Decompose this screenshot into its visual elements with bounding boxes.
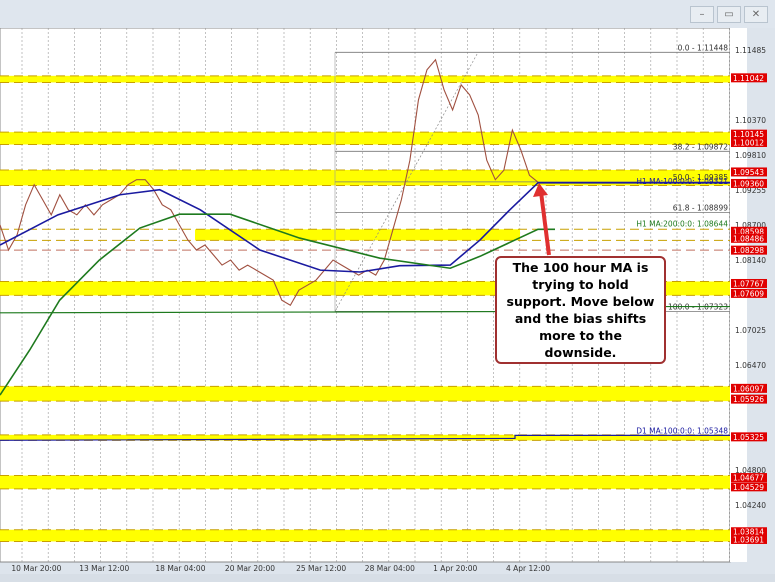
price-level-tag-text: 1.03691: [733, 535, 764, 544]
price-level-tag-text: 1.07767: [733, 279, 764, 288]
price-tick-label: 1.07025: [735, 326, 766, 335]
price-tick-label: 1.11485: [735, 46, 766, 55]
time-tick-label: 1 Apr 20:00: [433, 564, 477, 573]
price-level-tag-text: 1.09543: [733, 168, 764, 177]
window-titlebar: – ▭ ✕: [0, 0, 775, 28]
price-tick-label: 1.06470: [735, 361, 766, 370]
price-level-tag-text: 1.08486: [733, 234, 764, 243]
price-tick-label: 1.08140: [735, 256, 766, 265]
time-tick-label: 18 Mar 04:00: [155, 564, 205, 573]
ma-label: H1 MA:200:0:0: 1.08644: [636, 219, 728, 228]
price-level-tag-text: 1.04677: [733, 474, 764, 483]
price-level-tag-text: 1.11042: [733, 74, 764, 83]
ma-label: D1 MA:100:0:0: 1.05348: [636, 426, 728, 435]
price-level-tag-text: 1.10012: [733, 139, 764, 148]
restore-button[interactable]: ▭: [717, 6, 741, 23]
price-tick-label: 1.09810: [735, 151, 766, 160]
price-level-tag-text: 1.08298: [733, 246, 764, 255]
window-bottom-border: [0, 574, 775, 582]
support-resistance-band: [0, 132, 730, 145]
minimize-button[interactable]: –: [690, 6, 714, 23]
time-tick-label: 10 Mar 20:00: [11, 564, 61, 573]
fib-level-label: 0.0 - 1.11448: [678, 43, 729, 52]
close-button[interactable]: ✕: [744, 6, 768, 23]
fib-level-label: 61.8 - 1.08899: [673, 203, 728, 212]
price-tick-label: 1.10370: [735, 116, 766, 125]
annotation-box: The 100 hour MA is trying to hold suppor…: [495, 256, 666, 364]
time-tick-label: 25 Mar 12:00: [296, 564, 346, 573]
price-level-tag-text: 1.06097: [733, 384, 764, 393]
fib-level-label: 38.2 - 1.09872: [673, 142, 728, 151]
time-tick-label: 28 Mar 04:00: [365, 564, 415, 573]
time-tick-label: 20 Mar 20:00: [225, 564, 275, 573]
support-resistance-band: [0, 529, 730, 542]
support-resistance-band: [0, 475, 730, 489]
price-tick-label: 1.04240: [735, 501, 766, 510]
price-level-tag-text: 1.09360: [733, 179, 764, 188]
price-level-tag-text: 1.04529: [733, 483, 764, 492]
price-level-tag-text: 1.05325: [733, 433, 764, 442]
support-resistance-band: [0, 75, 730, 83]
ma-label: H1 MA:100:0:0: 1.09321: [636, 177, 728, 186]
time-tick-label: 4 Apr 12:00: [506, 564, 550, 573]
annotation-text: The 100 hour MA is trying to hold suppor…: [506, 260, 655, 360]
support-resistance-band: [0, 386, 730, 402]
price-level-tag-text: 1.07609: [733, 289, 764, 298]
price-level-tag-text: 1.05926: [733, 395, 764, 404]
time-tick-label: 13 Mar 12:00: [79, 564, 129, 573]
